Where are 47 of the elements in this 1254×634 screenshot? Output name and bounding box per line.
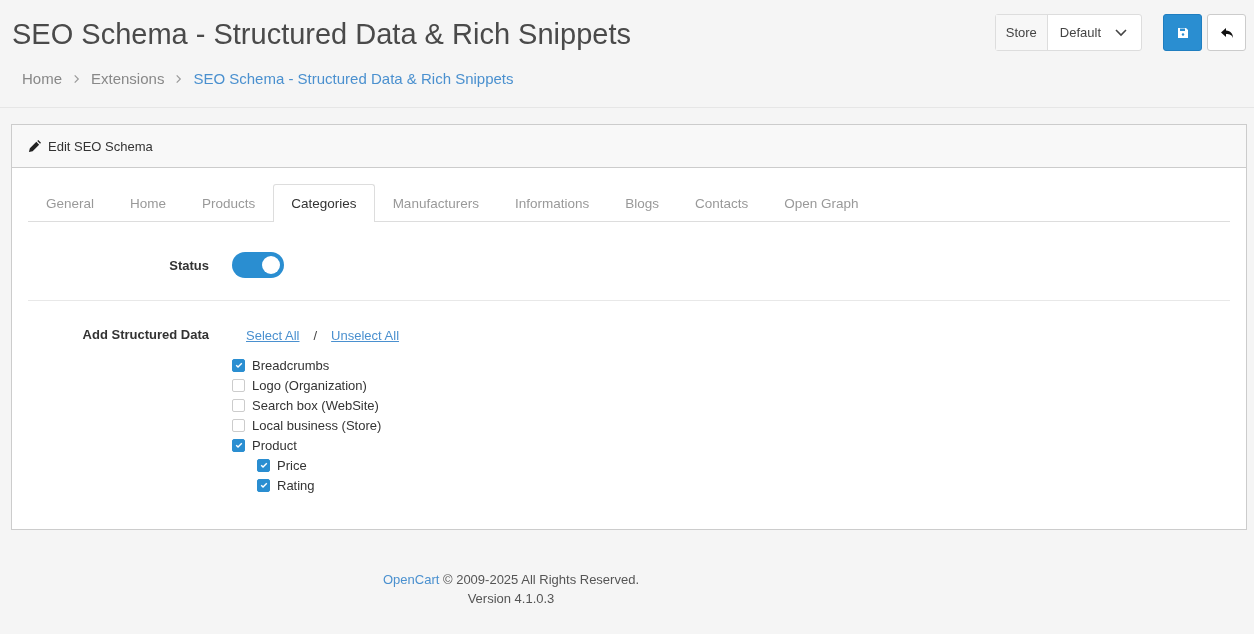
back-button[interactable] [1207,14,1246,51]
chevron-right-icon [174,73,184,84]
structured-data-label: Add Structured Data [81,327,210,343]
checkbox[interactable] [232,358,245,372]
tab[interactable]: General [28,184,113,222]
tab[interactable]: Products [184,184,274,222]
panel-heading: Edit SEO Schema [48,138,153,154]
checkbox-label: Breadcrumbs [252,357,330,373]
tab[interactable]: Home [112,184,185,222]
status-label: Status [168,257,210,273]
check-icon [234,361,243,369]
pencil-icon [28,139,41,153]
checkbox[interactable] [232,398,245,412]
check-icon [234,441,243,449]
breadcrumb-link[interactable]: Extensions [91,70,165,87]
separator-text: / [313,327,318,343]
checkbox-label: Rating [277,477,315,493]
status-toggle[interactable] [232,252,284,278]
checkbox-label: Logo (Organization) [252,377,367,393]
reply-arrow-icon [1219,26,1234,39]
checkbox-label: Local business (Store) [252,417,382,433]
check-icon [259,461,268,469]
checkbox[interactable] [232,418,245,432]
version-text: Version 4.1.0.3 [467,591,555,606]
checkbox[interactable] [232,438,245,452]
page-title: SEO Schema - Structured Data & Rich Snippets [12,17,631,52]
checkbox[interactable] [257,478,270,492]
checkbox[interactable] [232,378,245,392]
unselect-all-link[interactable]: Unselect All [331,327,400,343]
checkbox-label: Price [277,457,307,473]
checkbox-label: Product [252,437,297,453]
checkbox[interactable] [257,458,270,472]
save-button[interactable] [1163,14,1202,51]
opencart-link[interactable]: OpenCart [383,572,440,587]
tab[interactable]: Categories [273,184,375,222]
check-icon [259,481,268,489]
breadcrumb-link[interactable]: SEO Schema - Structured Data & Rich Snippets [193,70,514,87]
tab[interactable]: Contacts [677,184,767,222]
select-all-link[interactable]: Select All [246,327,300,343]
tab[interactable]: Manufacturers [374,184,497,222]
checkbox-label: Search box (WebSite) [252,397,379,413]
tab[interactable]: Open Graph [766,184,877,222]
chevron-right-icon [72,73,81,84]
tab[interactable]: Blogs [607,184,677,222]
tab[interactable]: Informations [496,184,608,222]
breadcrumb-link[interactable]: Home [22,70,62,87]
copyright-text: OpenCart © 2009-2025 All Rights Reserved. [383,571,639,589]
